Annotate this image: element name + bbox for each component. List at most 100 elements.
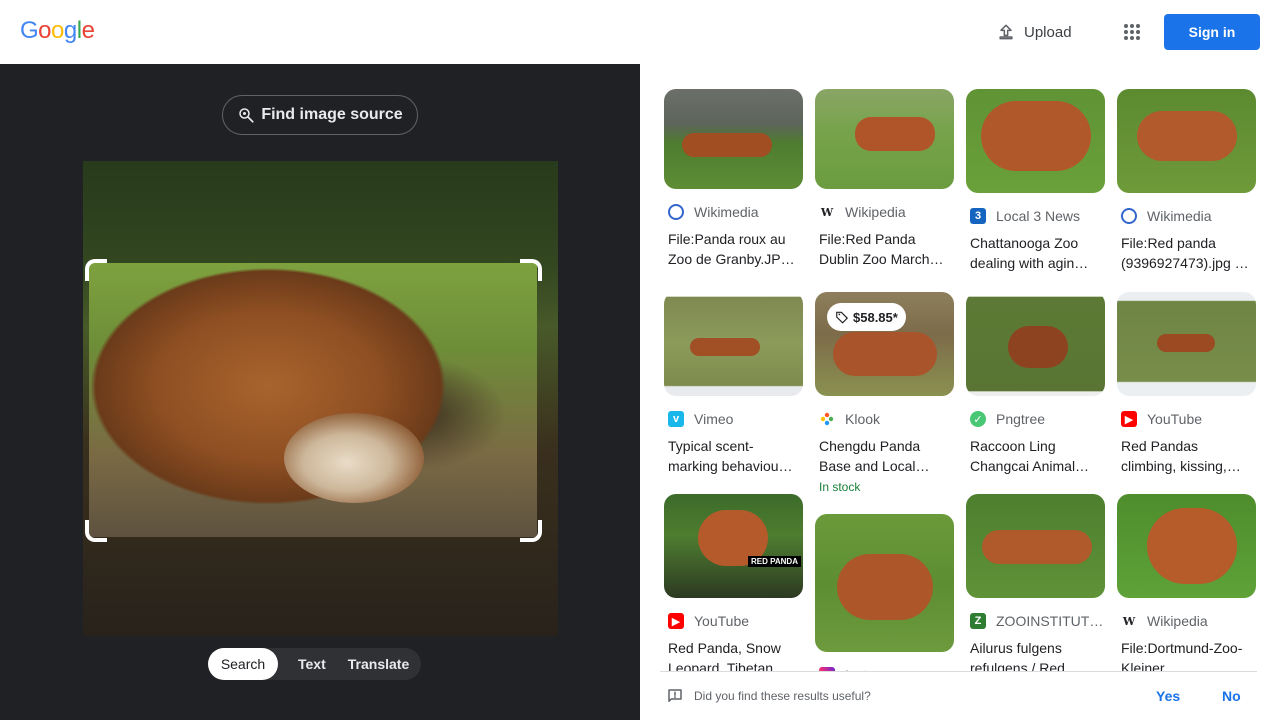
result-thumbnail[interactable] [966,292,1105,396]
result-card[interactable]: 3 Local 3 News Chattanooga Zoo dealing w… [966,89,1105,273]
wikimedia-icon [1121,208,1137,224]
upload-button[interactable]: Upload [984,14,1084,50]
result-thumbnail[interactable] [966,89,1105,193]
wikipedia-icon: W [1122,614,1136,628]
query-image [83,161,558,636]
result-thumbnail[interactable] [664,292,803,396]
mode-search-tab[interactable]: Search [208,648,278,680]
sign-in-button[interactable]: Sign in [1164,14,1260,50]
crop-region[interactable] [89,263,537,537]
result-card[interactable]: Wikimedia File:Red panda (9396927473).jp… [1117,89,1256,273]
apps-grid-icon [1124,24,1140,40]
mode-translate-tab[interactable]: Translate [336,648,421,680]
wikipedia-icon: W [820,205,834,219]
mode-text-tab[interactable]: Text [278,648,336,680]
result-card[interactable]: $58.85* Klook Chengdu Panda Base and Loc… [815,292,954,494]
pngtree-icon: ✓ [970,411,986,427]
local3-icon: 3 [970,208,986,224]
feedback-icon [668,689,682,702]
result-thumbnail[interactable] [1117,494,1256,598]
result-thumbnail[interactable] [664,89,803,189]
find-image-source-label: Find image source [261,106,403,123]
result-title[interactable]: Red Pandas climbing, kissing,… [1117,436,1256,476]
result-source: v Vimeo [664,410,803,428]
lens-panel: Find image source Search Text Translate [0,64,640,720]
upload-label: Upload [1024,23,1072,41]
result-source: W Wikipedia [815,203,954,221]
source-name: Wikimedia [694,204,759,220]
youtube-icon: ▶ [1121,411,1137,427]
result-card[interactable]: v Vimeo Typical scent-marking behaviou… [664,292,803,476]
klook-icon [819,411,835,427]
result-title[interactable]: File:Red panda (9396927473).jpg … [1117,233,1256,273]
source-name: Wikipedia [1147,613,1208,629]
upload-icon [999,24,1013,40]
result-thumbnail[interactable]: $58.85* [815,292,954,396]
result-thumbnail[interactable] [1117,89,1256,193]
stock-status: In stock [819,480,861,494]
result-thumbnail[interactable] [815,514,954,652]
result-thumbnail[interactable]: RED PANDA [664,494,803,598]
logo-letter: G [20,17,39,44]
crop-handle-top-right[interactable] [520,259,542,281]
result-card[interactable]: RED PANDA ▶ YouTube Red Panda, Snow Leop… [664,494,803,678]
result-source: Klook [815,410,954,428]
result-source: Z ZOOINSTITUT… [966,612,1105,630]
google-logo[interactable]: Google [20,17,95,45]
result-source: ✓ Pngtree [966,410,1105,428]
result-title[interactable]: File:Panda roux au Zoo de Granby.JP… [664,229,803,269]
result-source: Wikimedia [664,203,803,221]
result-card[interactable]: ✓ Pngtree Raccoon Ling Changcai Animal… [966,292,1105,476]
result-source: ▶ YouTube [664,612,803,630]
source-name: Wikipedia [845,204,906,220]
result-source: ▶ YouTube [1117,410,1256,428]
source-name: Vimeo [694,411,734,427]
source-name: YouTube [1147,411,1203,427]
find-image-source-button[interactable]: Find image source [222,95,418,135]
crop-handle-top-left[interactable] [85,259,107,281]
youtube-icon: ▶ [668,613,684,629]
source-name: Pngtree [996,411,1046,427]
result-title[interactable]: Raccoon Ling Changcai Animal… [966,436,1105,476]
feedback-yes-button[interactable]: Yes [1156,688,1180,704]
result-title[interactable]: Chengdu Panda Base and Local… [815,436,954,476]
result-card[interactable]: Instagram [815,514,954,684]
result-thumbnail[interactable] [1117,292,1256,396]
price-badge: $58.85* [827,303,906,331]
source-name: Local 3 News [996,208,1081,224]
result-thumbnail[interactable] [815,89,954,189]
crop-handle-bottom-left[interactable] [85,520,107,542]
crop-handle-bottom-right[interactable] [520,520,542,542]
lens-mode-switch: Search Text Translate [208,648,422,680]
result-card[interactable]: Z ZOOINSTITUT… Ailurus fulgens refulgens… [966,494,1105,678]
result-card[interactable]: ▶ YouTube Red Pandas climbing, kissing,… [1117,292,1256,476]
result-source: Wikimedia [1117,207,1256,225]
zooinstitut-icon: Z [970,613,986,629]
result-title[interactable]: Chattanooga Zoo dealing with agin… [966,233,1105,273]
feedback-bar: Did you find these results useful? Yes N… [660,671,1257,720]
logo-letter: o [38,17,52,44]
price-value: $58.85* [853,309,898,325]
source-name: Klook [845,411,881,427]
logo-letter: g [63,17,77,44]
red-panda-face [284,413,424,503]
source-name: Wikimedia [1147,208,1212,224]
result-card[interactable]: Wikimedia File:Panda roux au Zoo de Gran… [664,89,803,269]
lens-search-icon [239,108,254,123]
feedback-no-button[interactable]: No [1222,688,1241,704]
thumbnail-caption: RED PANDA [748,556,801,567]
feedback-question: Did you find these results useful? [694,689,871,703]
logo-letter: e [81,17,95,44]
result-title[interactable]: Typical scent-marking behaviou… [664,436,803,476]
results-panel: Wikimedia File:Panda roux au Zoo de Gran… [640,64,1280,720]
vimeo-icon: v [668,411,684,427]
result-thumbnail[interactable] [966,494,1105,598]
result-title[interactable]: File:Red Panda Dublin Zoo March… [815,229,954,269]
price-tag-icon [836,311,849,324]
result-card[interactable]: W Wikipedia File:Dortmund-Zoo-Kleiner… [1117,494,1256,678]
result-card[interactable]: W Wikipedia File:Red Panda Dublin Zoo Ma… [815,89,954,269]
apps-grid-icon[interactable] [1114,14,1150,50]
top-bar: Google Upload Sign in [0,0,1280,64]
wikimedia-icon [668,204,684,220]
logo-letter: o [51,17,64,44]
